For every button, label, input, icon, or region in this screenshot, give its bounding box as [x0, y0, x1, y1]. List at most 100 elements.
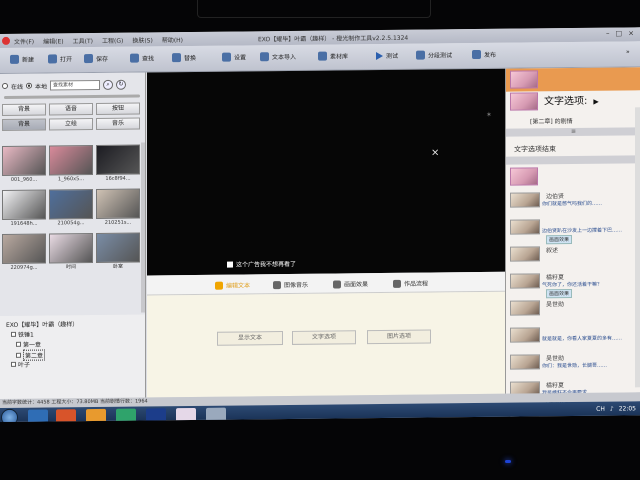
close-window-button[interactable]: × [628, 29, 634, 37]
script-line[interactable]: 边伯贤 你们就是憋气吗我们的…… [506, 189, 640, 217]
online-radio[interactable] [2, 82, 8, 89]
editor-tab[interactable]: 作品流程 [393, 279, 428, 288]
refresh-icon[interactable]: ↻ [116, 79, 127, 90]
script-line[interactable]: 就是就是，你看人家夏夏的多有…… [506, 324, 640, 352]
category-button[interactable]: 立绘 [49, 118, 93, 131]
editor-tab[interactable]: 编辑文本 [215, 280, 250, 290]
taskbar-app-photoshop[interactable] [146, 408, 166, 422]
script-line[interactable]: 叙述 [506, 243, 640, 271]
close-icon[interactable]: × [431, 147, 439, 158]
find-button[interactable]: 查找 [130, 53, 155, 63]
clock[interactable]: 22:05 [619, 405, 636, 412]
taskbar-app-explorer[interactable] [28, 409, 48, 422]
menu-skin[interactable]: 换肤(S) [132, 35, 153, 44]
resource-scrollbar[interactable] [141, 142, 145, 313]
thumbnail-item[interactable]: 16c8f94... [96, 144, 140, 185]
thumbnail-item[interactable]: 210251s... [96, 188, 140, 229]
taskbar-app-browser[interactable] [56, 409, 76, 422]
speaker-name: 吴世勋 [546, 301, 565, 309]
thumbnail-grid: 001_960... 1_960x5... 16c8f94... 191648h...… [2, 144, 140, 274]
collapse-bar[interactable]: ≡ [506, 127, 640, 137]
tree-node[interactable]: EXO【耀毕】叶霸（趣样） [6, 319, 78, 329]
expand-box-icon[interactable] [16, 352, 21, 358]
tree-node-label: 叶子 [18, 361, 31, 369]
thumbnail-caption: 16c8f94... [105, 175, 131, 182]
thumbnail-item[interactable]: 220974g... [2, 233, 46, 274]
no-ad-checkbox[interactable]: 这个广告我不想再看了 [227, 259, 296, 269]
start-button[interactable] [1, 408, 18, 422]
text-import-button[interactable]: 文本导入 [260, 52, 296, 62]
expand-box-icon[interactable] [11, 361, 16, 367]
thumbnail-item[interactable]: 时间 [49, 233, 93, 273]
replace-button[interactable]: 替换 [172, 53, 196, 63]
thumbnail-item[interactable]: 1_960x5... [49, 145, 93, 185]
thumbnail-image [49, 145, 93, 176]
toolbar-overflow-button[interactable]: » [626, 48, 630, 55]
tree-node[interactable]: 叶子 [11, 360, 30, 369]
tree-node[interactable]: 铁锤1 [11, 330, 34, 339]
publish-button[interactable]: 发布 [472, 49, 496, 60]
resource-search-row: 在线 本地 查找素材 ⌕ ↻ [2, 78, 144, 91]
thumbnail-item[interactable]: 001_960... [2, 145, 46, 186]
category-button[interactable]: 按钮 [96, 102, 140, 115]
avatar [510, 354, 540, 370]
taskbar-app-orange[interactable] [176, 407, 196, 422]
expand-box-icon[interactable] [11, 331, 16, 337]
tree-node-label: 第一章 [23, 341, 42, 349]
save-button[interactable]: 保存 [84, 54, 108, 64]
taskbar-app-player[interactable] [86, 408, 106, 422]
image-options-button[interactable]: 图片选项 [367, 329, 431, 345]
script-line[interactable]: 橘籽夏 气死你了，你还活着干嘛？ 画面效果 [506, 270, 640, 299]
menu-edit[interactable]: 编辑(E) [43, 36, 63, 45]
play-icon[interactable]: ▶ [593, 98, 598, 106]
menu-help[interactable]: 帮助(H) [162, 35, 183, 44]
script-panel: 文字选项: ▶ [第二章] 的剧情 ≡ 文字选项结束 边伯贤 你们就是憋气吗我们的…… [505, 67, 640, 422]
size-slider[interactable] [4, 94, 140, 99]
volume-icon[interactable]: ♪ [610, 406, 614, 413]
library-button[interactable]: 素材库 [318, 51, 348, 61]
text-options-title-label: 文字选项: [544, 95, 588, 108]
category-button[interactable]: 音乐 [96, 117, 140, 130]
expand-box-icon[interactable] [16, 341, 21, 347]
options-end-line[interactable]: 文字选项结束 [506, 143, 640, 154]
thumbnail-item[interactable]: 191648h... [2, 189, 46, 230]
new-button[interactable]: 新建 [10, 54, 34, 64]
text-options-button[interactable]: 文字选项 [292, 330, 356, 345]
script-line[interactable]: 吴世勋 你们：我是世勋，长腿哥…… [506, 351, 640, 379]
maximize-button[interactable]: □ [616, 29, 623, 37]
local-radio[interactable] [26, 82, 33, 89]
search-icon[interactable]: ⌕ [103, 79, 114, 90]
category-buttons: 背景 语音 按钮 背景 立绘 音乐 [2, 102, 142, 131]
settings-button[interactable]: 设置 [222, 52, 246, 62]
category-button[interactable]: 背景 [2, 118, 46, 131]
avatar [510, 273, 540, 289]
category-button[interactable]: 语音 [49, 103, 93, 116]
segment-test-button[interactable]: 分段测试 [416, 50, 452, 60]
minimize-button[interactable]: – [606, 30, 610, 38]
resource-search-input[interactable]: 查找素材 [50, 79, 101, 91]
menu-project[interactable]: 工程(G) [102, 36, 123, 45]
thumbnail-item[interactable]: 210054g... [49, 189, 93, 229]
gear-icon [222, 52, 231, 62]
show-text-button[interactable]: 显示文本 [217, 331, 283, 346]
script-line[interactable]: 边伯贤趴在沙发上一边撑着下巴…… 画面效果 [506, 216, 640, 245]
editor-tab[interactable]: 图像音乐 [273, 280, 308, 289]
find-label: 查找 [142, 55, 155, 63]
ad-video-area: × ✶ 这个广告我不想再看了 [147, 68, 505, 276]
thumbnail-caption: 210054g... [57, 220, 85, 227]
chapter-line[interactable]: [第二章] 的剧情 [506, 115, 640, 125]
category-button[interactable]: 背景 [2, 103, 46, 116]
taskbar-app-k[interactable] [116, 408, 136, 422]
menu-file[interactable]: 文件(F) [14, 37, 34, 46]
open-button[interactable]: 打开 [48, 54, 72, 64]
script-line[interactable]: 吴世勋 [506, 297, 640, 325]
editor-tab[interactable]: 画面效果 [333, 279, 368, 288]
tree-node[interactable]: 第一章 [16, 340, 41, 349]
taskbar-app-gallery[interactable] [206, 407, 226, 422]
menu-tools[interactable]: 工具(T) [73, 36, 93, 45]
script-scrollbar[interactable] [635, 107, 640, 388]
language-indicator[interactable]: CH [596, 406, 605, 413]
editor-tab-label: 图像音乐 [284, 281, 309, 290]
test-button[interactable]: 测试 [376, 51, 398, 60]
thumbnail-item[interactable]: 卧室 [96, 232, 140, 273]
